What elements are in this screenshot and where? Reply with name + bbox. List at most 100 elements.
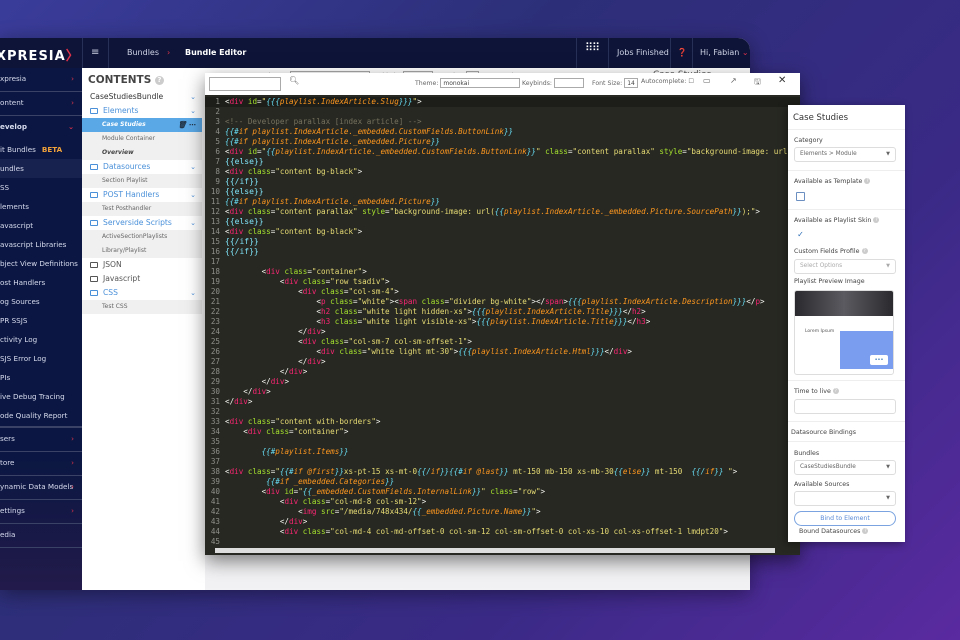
sidebar-item[interactable]: ode Quality Report <box>0 406 82 425</box>
sidebar-item[interactable]: PR SSJS <box>0 311 82 330</box>
tree-folder[interactable]: Serverside Scripts ⌄ <box>82 216 202 230</box>
chevron-right-icon: › <box>71 506 74 515</box>
tree-file[interactable]: Module Container <box>82 132 202 146</box>
code-text: <p class="white"><span class="divider bg… <box>225 297 765 306</box>
help-icon[interactable]: ❓ <box>677 38 687 68</box>
bind-to-element-button[interactable]: Bind to Element <box>794 511 896 526</box>
skin-checkbox[interactable]: ✓ <box>796 231 805 240</box>
sidebar-item[interactable]: sers › <box>0 428 82 452</box>
sidebar-item[interactable]: edia <box>0 524 82 548</box>
bundles-select[interactable]: CaseStudiesBundle ▼ <box>794 460 896 475</box>
line-number: 18 <box>210 267 220 276</box>
autocomplete-label: Autocomplete: <box>641 78 687 85</box>
panel-title: Case Studies <box>793 113 849 123</box>
breadcrumb-bundles[interactable]: Bundles <box>127 38 159 68</box>
theme-select[interactable]: monokai <box>440 78 521 88</box>
hamburger-menu-icon[interactable]: ≡ <box>91 38 99 68</box>
tree-file[interactable]: ActiveSectionPlaylists <box>82 230 202 244</box>
category-select[interactable]: Elements > Module ▼ <box>794 147 896 162</box>
sidebar-item[interactable]: avascript Libraries <box>0 235 82 254</box>
code-line: 24 </div> <box>205 327 800 337</box>
sidebar-item[interactable]: ontent › <box>0 92 82 116</box>
user-menu[interactable]: Hi, Fabian ⌄ <box>700 38 749 68</box>
code-text: {{#playlist.Items}} <box>261 447 349 456</box>
sidebar-item[interactable]: undles <box>0 159 82 178</box>
horizontal-scrollbar[interactable] <box>215 548 775 553</box>
sidebar-item[interactable]: it Bundles BETA <box>0 140 82 159</box>
beta-badge: BETA <box>41 145 63 154</box>
sources-select[interactable]: ▼ <box>794 491 896 506</box>
tree-file[interactable]: Test CSS <box>82 300 202 314</box>
save-icon[interactable]: 🖫 <box>754 76 761 90</box>
sidebar-item[interactable]: ynamic Data Models › <box>0 476 82 500</box>
external-link-icon[interactable]: ↗ <box>730 76 737 85</box>
code-line: 40 <div id="{{_embedded.CustomFields.Int… <box>205 487 800 497</box>
close-icon[interactable]: ✕ <box>778 75 786 86</box>
line-number: 25 <box>210 337 220 346</box>
sidebar-item[interactable]: tore › <box>0 452 82 476</box>
sidebar-item[interactable]: SJS Error Log <box>0 349 82 368</box>
code-line: 11 {{#if playlist.IndexArticle._embedded.… <box>205 197 800 207</box>
code-text: <div class="{{#if @first}}xs-pt-15 xs-mt… <box>225 467 738 476</box>
code-line: 28 </div> <box>205 367 800 377</box>
tree-folder[interactable]: Javascript <box>82 272 202 286</box>
template-checkbox[interactable] <box>796 192 805 201</box>
tree-folder[interactable]: JSON <box>82 258 202 272</box>
code-line: 17 <box>205 257 800 267</box>
sidebar-item[interactable]: lements <box>0 197 82 216</box>
autocomplete-checkbox[interactable]: ☐ <box>688 78 694 85</box>
sidebar-item[interactable]: ettings › <box>0 500 82 524</box>
code-line: 9 {{/if}} <box>205 177 800 187</box>
custom-fields-select[interactable]: Select Options ▼ <box>794 259 896 274</box>
bundle-root[interactable]: CaseStudiesBundle ⌄ <box>82 90 202 104</box>
code-line: 23 <h3 class="white light visible-xs">{{… <box>205 317 800 327</box>
sidebar-item-label: ontent <box>0 98 24 107</box>
monitor-icon[interactable]: ▭ <box>703 76 711 85</box>
line-number: 8 <box>215 167 220 176</box>
sidebar-item-label: SS <box>0 183 10 192</box>
search-input[interactable] <box>209 77 281 91</box>
sidebar-item[interactable]: PIs <box>0 368 82 387</box>
preview-image[interactable]: Lorem Ipsum ••• <box>794 290 894 375</box>
tree-folder[interactable]: CSS ⌄ <box>82 286 202 300</box>
sidebar-item[interactable]: xpresia › <box>0 68 82 92</box>
code-area[interactable]: 1 <div id="{{{playlist.IndexArticle.Slug}… <box>205 97 800 547</box>
help-icon[interactable]: ? <box>154 75 164 85</box>
search-icon[interactable]: 🔍︎ <box>289 76 299 85</box>
jobs-finished-button[interactable]: Jobs Finished <box>617 38 669 68</box>
code-line: 36 {{#playlist.Items}} <box>205 447 800 457</box>
sidebar-item[interactable]: SS <box>0 178 82 197</box>
line-number: 35 <box>210 437 220 446</box>
sidebar-item[interactable]: og Sources <box>0 292 82 311</box>
tree-file[interactable]: Library/Playlist <box>82 244 202 258</box>
code-text: {{#if _embedded.Categories}} <box>266 477 395 486</box>
code-text: <div class="content bg-black"> <box>225 167 363 176</box>
tree-file[interactable]: Section Playlist <box>82 174 202 188</box>
fontsize-select[interactable]: 14 <box>624 78 638 88</box>
tree-folder[interactable]: Elements ⌄ <box>82 104 202 118</box>
tree-file[interactable]: Overview <box>82 146 202 160</box>
sidebar-item[interactable]: ost Handlers <box>0 273 82 292</box>
tree-folder[interactable]: Datasources ⌄ <box>82 160 202 174</box>
contents-panel: CONTENTS ? CaseStudiesBundle ⌄ Elements ⌄ C… <box>82 68 205 590</box>
sidebar-item[interactable]: avascript <box>0 216 82 235</box>
tree-file[interactable]: Test Posthandler <box>82 202 202 216</box>
tree-file[interactable]: Case Studies 🗑 ⋯ <box>82 118 202 132</box>
line-number: 9 <box>215 177 220 186</box>
sidebar-item[interactable]: ive Debug Tracing <box>0 387 82 406</box>
keybinds-select[interactable] <box>554 78 584 88</box>
sidebar-item[interactable]: evelop ⌄ <box>0 116 82 140</box>
keybinds-label: Keybinds: <box>522 80 553 87</box>
line-number: 16 <box>210 247 220 256</box>
preview-more-button[interactable]: ••• <box>870 355 888 365</box>
folder-icon <box>90 290 98 296</box>
line-number: 27 <box>210 357 220 366</box>
sidebar-item[interactable]: ctivity Log <box>0 330 82 349</box>
trash-icon[interactable]: 🗑 ⋯ <box>178 118 196 132</box>
code-line: 3 <!-- Developer parallax [index article]… <box>205 117 800 127</box>
tree-label: Section Playlist <box>102 177 148 184</box>
ttl-input[interactable] <box>794 399 896 414</box>
preview-text: Lorem Ipsum <box>805 329 835 334</box>
sidebar-item[interactable]: bject View Definitions <box>0 254 82 273</box>
tree-folder[interactable]: POST Handlers ⌄ <box>82 188 202 202</box>
